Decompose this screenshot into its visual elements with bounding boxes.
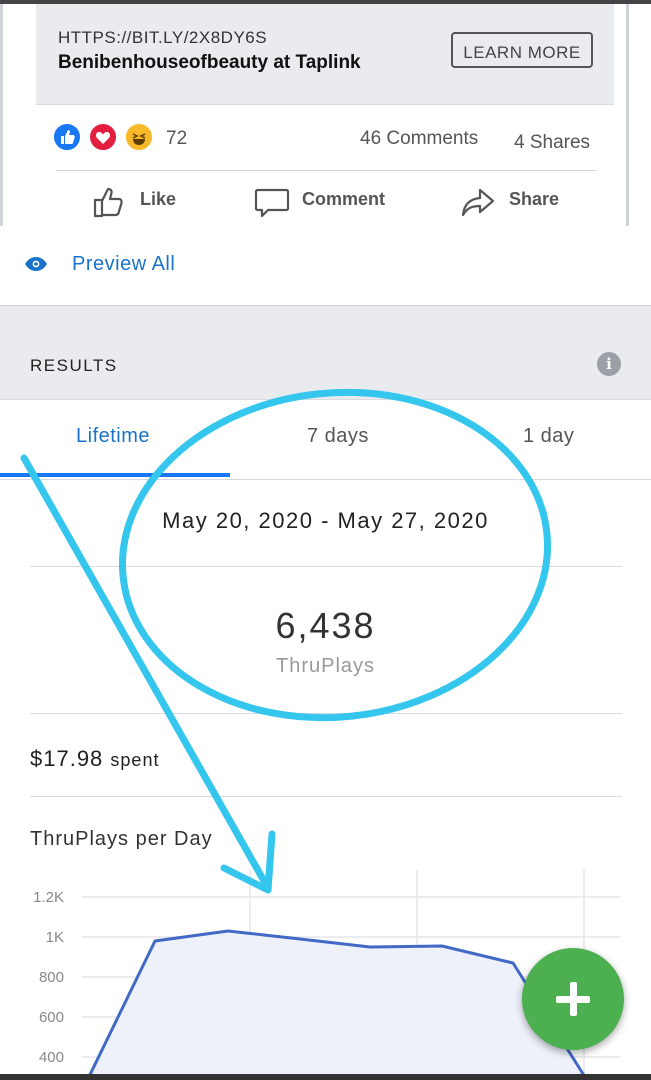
link-preview[interactable]: HTTPS://BIT.LY/2X8DY6S Benibenhouseofbea… xyxy=(36,4,614,105)
amount-spent: $17.98 spent xyxy=(30,746,159,772)
ad-post-card: HTTPS://BIT.LY/2X8DY6S Benibenhouseofbea… xyxy=(0,4,651,226)
nav-bar-edge xyxy=(0,1074,651,1080)
plus-icon xyxy=(570,982,577,1016)
results-header: RESULTS i xyxy=(0,305,651,400)
like-label: Like xyxy=(140,189,177,209)
tab-7-days[interactable]: 7 days xyxy=(307,425,369,448)
data-point xyxy=(441,945,443,947)
info-icon[interactable]: i xyxy=(597,352,621,376)
comments-count[interactable]: 46 Comments xyxy=(360,128,478,150)
series-area xyxy=(84,931,585,1080)
eye-icon xyxy=(25,257,47,271)
link-url: HTTPS://BIT.LY/2X8DY6S xyxy=(58,28,268,47)
share-arrow-icon xyxy=(461,188,495,217)
like-button[interactable]: Like xyxy=(92,184,192,224)
data-point xyxy=(227,930,229,932)
data-point xyxy=(299,938,301,940)
post-divider xyxy=(56,170,597,171)
love-reaction-icon xyxy=(88,122,118,152)
share-button[interactable]: Share xyxy=(460,184,570,224)
data-point xyxy=(512,962,514,964)
divider xyxy=(30,713,622,714)
spent-amount: $17.98 xyxy=(30,746,104,771)
y-tick-label: 1K xyxy=(46,929,64,946)
thruplays-label: ThruPlays xyxy=(275,655,376,677)
y-tick-label: 800 xyxy=(39,969,64,986)
comment-button[interactable]: Comment xyxy=(254,184,394,224)
divider xyxy=(30,796,622,797)
learn-more-button[interactable]: LEARN MORE xyxy=(451,32,593,68)
data-point xyxy=(154,940,156,942)
link-title: Benibenhouseofbeauty at Taplink xyxy=(58,52,361,73)
thumbs-up-icon xyxy=(93,187,123,218)
card-left-edge xyxy=(0,4,3,226)
shares-count[interactable]: 4 Shares xyxy=(514,132,590,154)
preview-all-label: Preview All xyxy=(72,253,176,275)
comment-bubble-icon xyxy=(254,188,290,218)
like-reaction-icon xyxy=(52,122,82,152)
y-tick-label: 400 xyxy=(39,1049,64,1066)
reactions-summary[interactable]: 72 46 Comments 4 Shares xyxy=(52,122,592,154)
tab-lifetime[interactable]: Lifetime xyxy=(76,425,150,448)
y-tick-label: 1.2K xyxy=(33,889,64,906)
reaction-count: 72 xyxy=(166,128,188,149)
date-range: May 20, 2020 - May 27, 2020 xyxy=(162,508,489,533)
haha-reaction-icon xyxy=(124,122,154,152)
thruplays-value: 6,438 xyxy=(275,605,376,646)
active-tab-indicator xyxy=(0,473,230,477)
data-point xyxy=(369,946,371,948)
chart-title: ThruPlays per Day xyxy=(30,828,213,850)
share-label: Share xyxy=(509,189,560,209)
results-title: RESULTS xyxy=(30,356,118,375)
comment-label: Comment xyxy=(302,189,386,209)
add-button[interactable] xyxy=(522,948,624,1050)
results-tabs: Lifetime 7 days 1 day xyxy=(0,399,651,480)
tab-1-day[interactable]: 1 day xyxy=(523,425,574,448)
spent-label: spent xyxy=(110,750,160,770)
divider xyxy=(30,566,622,567)
y-tick-label: 600 xyxy=(39,1009,64,1026)
card-right-edge xyxy=(626,4,629,226)
